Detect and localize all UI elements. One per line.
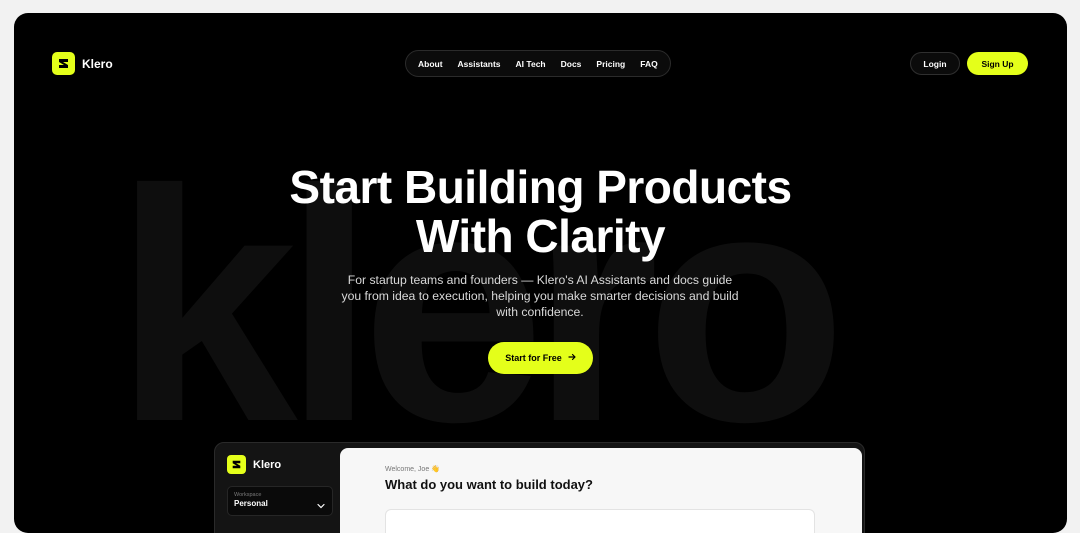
hero-headline-line1: Start Building Products (289, 161, 792, 213)
hero-subtitle: For startup teams and founders — Klero's… (341, 273, 739, 319)
welcome-text: Welcome, Joe 👋 (385, 466, 440, 473)
logo-mark-icon (52, 52, 75, 75)
workspace-label: Workspace (234, 492, 262, 498)
login-button[interactable]: Login (910, 52, 960, 75)
hero-headline-line2: With Clarity (415, 210, 666, 262)
nav-item-pricing[interactable]: Pricing (590, 59, 631, 69)
main-nav: About Assistants AI Tech Docs Pricing FA… (405, 50, 671, 77)
nav-item-about[interactable]: About (412, 59, 449, 69)
workspace-select[interactable]: Workspace Personal (227, 486, 333, 516)
nav-item-faq[interactable]: FAQ (634, 59, 663, 69)
cta-label: Start for Free (505, 353, 562, 363)
signup-button[interactable]: Sign Up (967, 52, 1028, 75)
app-preview: Klero Workspace Personal Welcome, Joe 👋 … (214, 442, 865, 533)
nav-item-docs[interactable]: Docs (555, 59, 588, 69)
hero-headline: Start Building Products With Clarity (14, 163, 1067, 261)
logo-text: Klero (82, 56, 113, 71)
start-for-free-button[interactable]: Start for Free (488, 342, 593, 374)
app-main-panel: Welcome, Joe 👋 What do you want to build… (340, 448, 862, 533)
app-logo-text: Klero (253, 458, 282, 471)
chevron-down-icon (317, 496, 325, 514)
nav-item-ai-tech[interactable]: AI Tech (510, 59, 552, 69)
nav-item-assistants[interactable]: Assistants (452, 59, 507, 69)
arrow-right-icon (568, 353, 576, 363)
browser-frame: klero Klero About Assistants AI Tech Doc… (14, 13, 1067, 533)
workspace-value: Personal (234, 499, 268, 508)
build-question: What do you want to build today? (385, 477, 593, 492)
app-logo: Klero (227, 455, 281, 474)
app-logo-mark-icon (227, 455, 246, 474)
site-logo[interactable]: Klero (52, 52, 113, 75)
prompt-input[interactable] (385, 509, 815, 533)
